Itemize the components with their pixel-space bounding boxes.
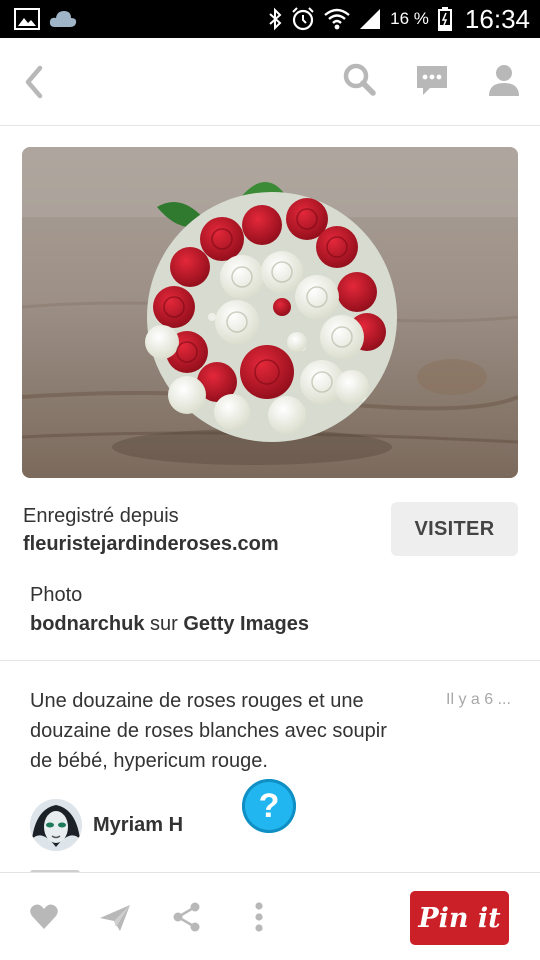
visit-button[interactable]: VISITER <box>391 502 518 556</box>
help-label: ? <box>258 786 280 825</box>
help-button[interactable]: ? <box>242 779 296 833</box>
bluetooth-icon <box>268 7 282 31</box>
author-link[interactable]: bodnarchuk <box>30 613 144 635</box>
time-ago: Il y a 6 ... <box>446 691 511 708</box>
saved-from-label: Enregistré depuis <box>23 505 179 527</box>
pin-image[interactable] <box>22 147 518 478</box>
agency-link[interactable]: Getty Images <box>183 613 309 635</box>
source-domain-link[interactable]: fleuristejardinderoses.com <box>23 533 279 556</box>
app-header <box>0 38 540 126</box>
search-icon[interactable] <box>342 62 378 98</box>
back-icon[interactable] <box>18 62 54 102</box>
more-icon[interactable] <box>243 901 275 933</box>
photo-credit: bodnarchuk sur Getty Images <box>30 613 309 636</box>
divider <box>0 660 540 661</box>
user-name[interactable]: Myriam H <box>93 814 183 837</box>
messages-icon[interactable] <box>414 62 450 98</box>
avatar[interactable] <box>30 799 82 851</box>
like-icon[interactable] <box>28 901 60 933</box>
profile-icon[interactable] <box>486 62 522 98</box>
battery-percent: 16 % <box>390 9 429 28</box>
pin-description: Une douzaine de roses rouges et une douz… <box>30 690 387 772</box>
cloud-icon <box>48 9 78 29</box>
pin-it-button[interactable]: Pin it <box>410 891 509 945</box>
wifi-icon <box>324 8 350 30</box>
bouquet-photo <box>22 147 518 478</box>
battery-icon <box>437 7 452 31</box>
alarm-icon <box>291 7 315 31</box>
send-icon[interactable] <box>98 901 132 933</box>
status-bar: 16 % 16:34 <box>0 0 540 38</box>
bottom-action-bar: Pin it <box>0 872 540 960</box>
share-icon[interactable] <box>171 901 203 933</box>
credit-connector: sur <box>150 613 178 635</box>
clock: 16:34 <box>464 3 530 34</box>
photo-label: Photo <box>30 584 83 606</box>
gallery-icon <box>14 8 40 30</box>
signal-icon <box>359 8 381 30</box>
